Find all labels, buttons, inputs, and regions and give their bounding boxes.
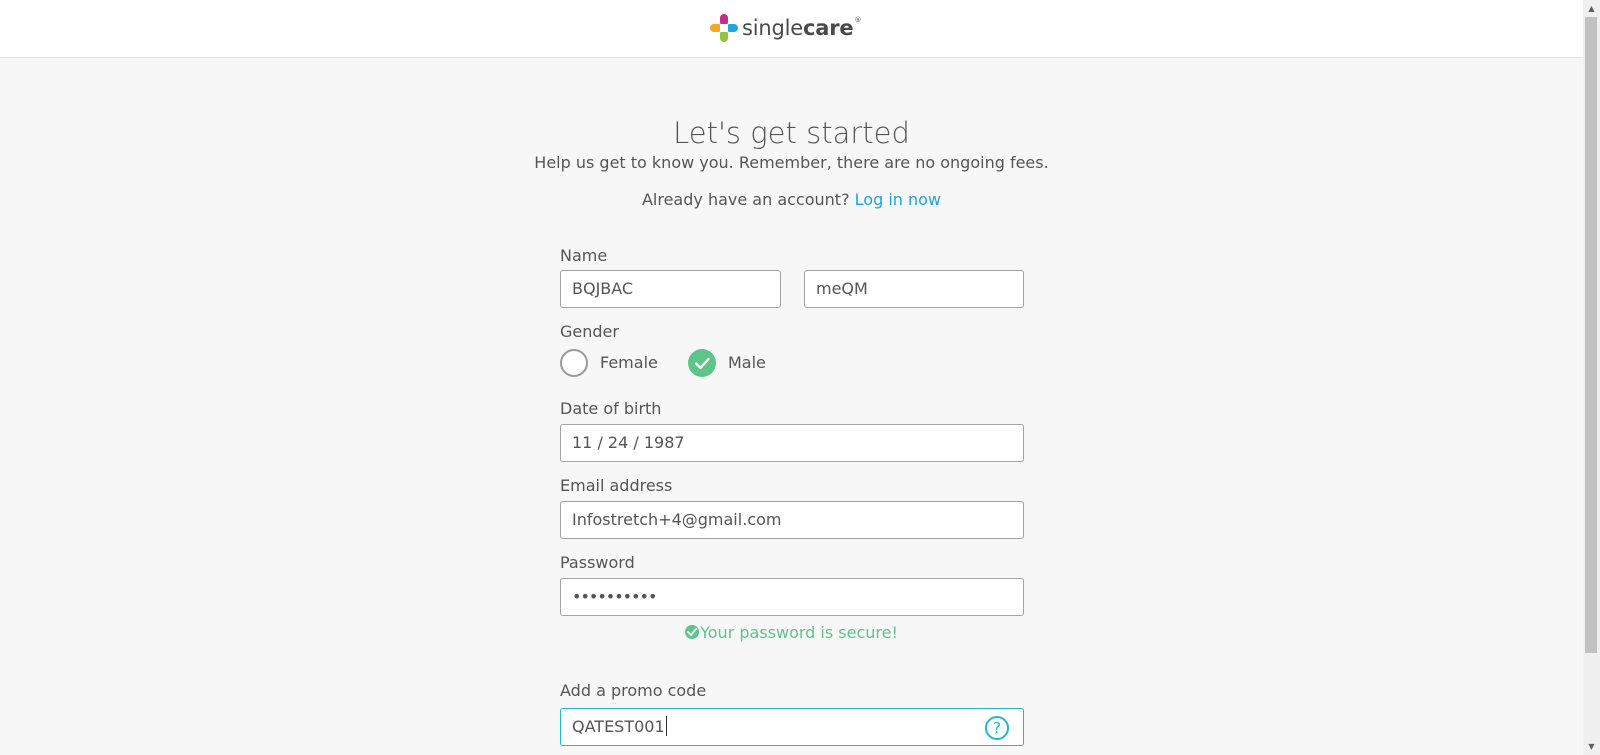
gender-male-label[interactable]: Male <box>728 353 766 372</box>
page-subtitle: Help us get to know you. Remember, there… <box>534 153 1049 172</box>
check-circle-icon <box>685 625 700 639</box>
scroll-up-arrow-icon[interactable]: ▲ <box>1583 0 1600 17</box>
checkmark-icon <box>694 357 710 370</box>
scroll-thumb[interactable] <box>1585 17 1597 653</box>
email-label: Email address <box>560 476 673 495</box>
singlecare-logo[interactable]: singlecare® <box>709 12 861 44</box>
password-status-text: Your password is secure! <box>700 623 898 642</box>
dob-label: Date of birth <box>560 399 662 418</box>
first-name-field[interactable]: BQJBAC <box>560 270 781 308</box>
singlecare-cross-icon <box>710 14 738 42</box>
gender-male-radio[interactable] <box>688 349 716 377</box>
promo-code-field[interactable]: QATEST001 <box>560 708 1024 746</box>
login-link[interactable]: Log in now <box>855 190 941 209</box>
scroll-down-arrow-icon[interactable]: ▼ <box>1583 738 1600 755</box>
password-strength-message: Your password is secure! <box>0 623 1583 642</box>
last-name-field[interactable]: meQM <box>804 270 1024 308</box>
dob-field[interactable]: 11 / 24 / 1987 <box>560 424 1024 462</box>
help-question-icon[interactable]: ? <box>985 716 1009 740</box>
name-label: Name <box>560 246 608 265</box>
email-field[interactable]: Infostretch+4@gmail.com <box>560 501 1024 539</box>
text-cursor <box>665 716 667 736</box>
gender-female-label[interactable]: Female <box>600 353 658 372</box>
promo-label: Add a promo code <box>560 681 707 700</box>
promo-code-value: QATEST001 <box>572 717 665 736</box>
page-title: Let's get started <box>673 116 910 150</box>
login-prompt: Already have an account? Log in now <box>0 190 1583 209</box>
gender-label: Gender <box>560 322 619 341</box>
gender-female-radio[interactable] <box>560 349 588 377</box>
logo-wordmark: singlecare® <box>742 16 862 40</box>
password-label: Password <box>560 553 635 572</box>
page-scrollbar[interactable]: ▲ ▼ <box>1583 0 1600 755</box>
login-prompt-text: Already have an account? <box>641 190 850 209</box>
password-field[interactable]: •••••••••• <box>560 578 1024 616</box>
site-header: singlecare® <box>0 0 1583 58</box>
